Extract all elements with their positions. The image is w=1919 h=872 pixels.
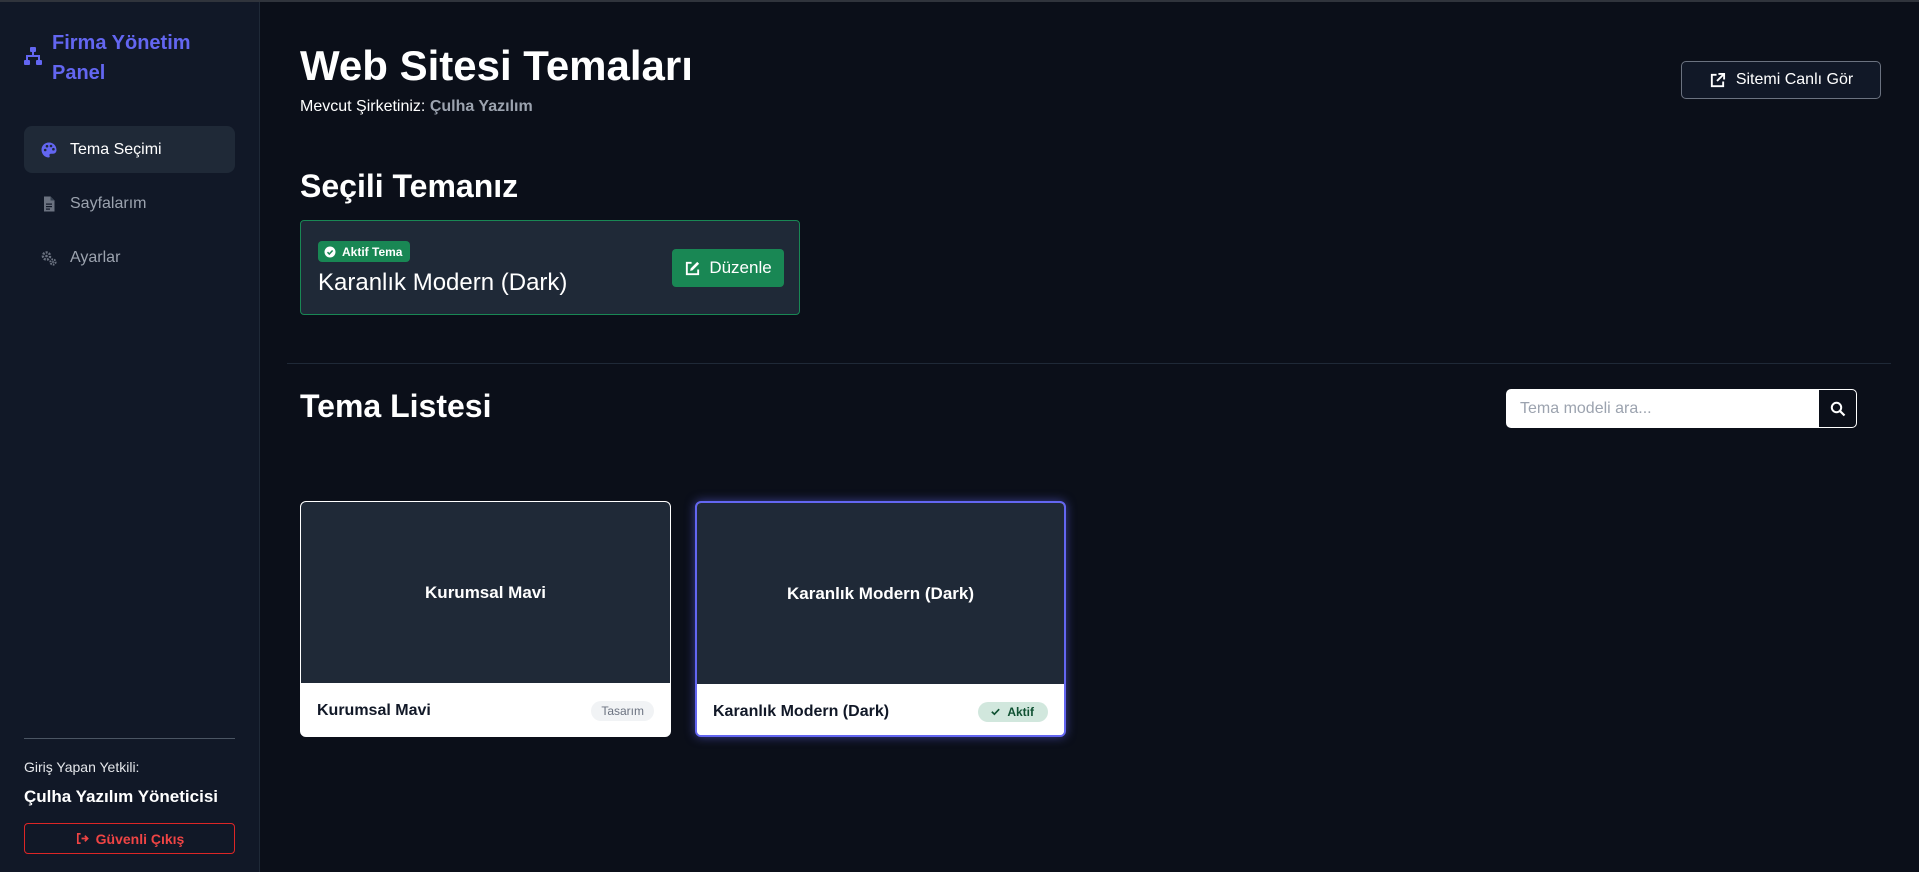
sign-out-icon	[76, 832, 89, 845]
active-tag-label: Aktif	[1007, 704, 1034, 719]
section-divider	[287, 363, 1891, 364]
theme-preview-title: Karanlık Modern (Dark)	[786, 583, 975, 603]
brand[interactable]: Firma Yönetim Panel	[22, 28, 232, 88]
theme-search-input[interactable]	[1506, 389, 1818, 428]
theme-preview-title: Kurumsal Mavi	[425, 582, 546, 602]
sidebar: Firma Yönetim Panel Tema Seçimi Sayfalar…	[0, 2, 260, 872]
external-link-icon	[1710, 72, 1725, 87]
gears-icon	[41, 250, 57, 266]
check-icon	[991, 708, 1001, 716]
sidebar-user-section: Giriş Yapan Yetkili: Çulha Yazılım Yönet…	[24, 738, 235, 854]
theme-card-footer: Kurumsal Mavi Tasarım	[301, 683, 670, 736]
view-site-live-button[interactable]: Sitemi Canlı Gör	[1681, 61, 1881, 99]
current-company: Mevcut Şirketiniz: Çulha Yazılım	[300, 98, 533, 116]
edit-icon	[686, 261, 700, 275]
logout-label: Güvenli Çıkış	[95, 830, 185, 847]
brand-title: Firma Yönetim Panel	[52, 32, 191, 84]
company-name: Çulha Yazılım	[429, 98, 533, 115]
check-circle-icon	[324, 246, 336, 257]
user-label: Giriş Yapan Yetkili:	[24, 759, 140, 775]
edit-theme-button[interactable]: Düzenle	[672, 249, 784, 287]
selected-theme-title: Seçili Temanız	[300, 168, 519, 204]
theme-list-title: Tema Listesi	[300, 388, 492, 424]
theme-card-kurumsal-mavi[interactable]: Kurumsal Mavi Kurumsal Mavi Tasarım	[300, 501, 671, 737]
theme-card-footer: Karanlık Modern (Dark) Aktif	[697, 684, 1064, 735]
page-title: Web Sitesi Temaları	[300, 42, 693, 89]
sidebar-item-settings[interactable]: Ayarlar	[24, 234, 235, 281]
active-theme-name: Karanlık Modern (Dark)	[318, 269, 568, 296]
theme-name: Kurumsal Mavi	[317, 701, 431, 719]
theme-preview: Karanlık Modern (Dark)	[697, 503, 1064, 684]
sidebar-item-label: Ayarlar	[70, 248, 121, 266]
active-theme-badge-label: Aktif Tema	[342, 244, 403, 259]
theme-preview: Kurumsal Mavi	[301, 502, 670, 683]
active-tag: Aktif	[978, 701, 1048, 722]
active-theme-badge: Aktif Tema	[318, 241, 411, 262]
search-button[interactable]	[1818, 389, 1857, 428]
theme-search	[1506, 389, 1857, 428]
file-icon	[44, 196, 55, 211]
sidebar-item-theme-selection[interactable]: Tema Seçimi	[24, 126, 235, 173]
company-prefix: Mevcut Şirketiniz:	[300, 98, 426, 115]
view-site-live-label: Sitemi Canlı Gör	[1735, 71, 1854, 88]
theme-tag: Tasarım	[591, 700, 654, 721]
sitemap-icon	[24, 47, 42, 65]
logout-button[interactable]: Güvenli Çıkış	[24, 823, 235, 854]
edit-theme-label: Düzenle	[709, 258, 772, 277]
main-content: Web Sitesi Temaları Mevcut Şirketiniz: Ç…	[261, 2, 1919, 872]
palette-icon	[41, 142, 57, 157]
sidebar-nav: Tema Seçimi Sayfalarım Ayarlar	[24, 126, 235, 288]
search-icon	[1830, 401, 1845, 416]
user-name: Çulha Yazılım Yöneticisi	[24, 787, 218, 806]
theme-card-karanlik-modern[interactable]: Karanlık Modern (Dark) Karanlık Modern (…	[695, 501, 1066, 737]
sidebar-divider	[24, 738, 235, 739]
sidebar-item-label: Sayfalarım	[70, 194, 147, 212]
theme-name: Karanlık Modern (Dark)	[713, 702, 890, 720]
selected-theme-card: Aktif Tema Karanlık Modern (Dark) Düzenl…	[300, 220, 800, 315]
sidebar-item-pages[interactable]: Sayfalarım	[24, 180, 235, 227]
sidebar-item-label: Tema Seçimi	[70, 140, 162, 158]
